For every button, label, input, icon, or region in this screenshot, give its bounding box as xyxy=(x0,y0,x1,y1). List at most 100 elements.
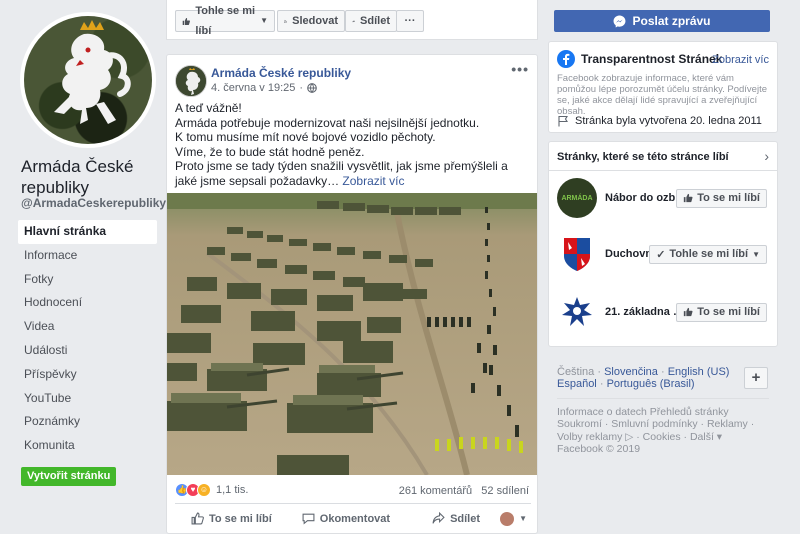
nav-item-reviews[interactable]: Hodnocení xyxy=(18,291,157,315)
liked-page-avatar[interactable] xyxy=(557,292,597,332)
nav-item-photos[interactable]: Fotky xyxy=(18,268,157,292)
see-more-link[interactable]: Zobrazit víc xyxy=(342,174,404,188)
post-like-button[interactable]: To se mi líbí xyxy=(191,512,272,525)
page-profile-picture[interactable] xyxy=(20,12,156,148)
footer-links: Informace o datech Přehledů stránky Souk… xyxy=(557,406,772,456)
liked-page-name[interactable]: 21. základna taktického letectva xyxy=(605,306,687,318)
page-title: Armáda České republiky xyxy=(21,157,134,197)
add-language-button[interactable]: + xyxy=(744,367,768,389)
comment-label: Okomentovat xyxy=(319,512,391,525)
lion-icon xyxy=(176,66,206,96)
language-link[interactable]: Español xyxy=(557,378,597,390)
post-like-label: To se mi líbí xyxy=(209,512,272,525)
post-action-bar: To se mi líbí Okomentovat Sdílet ▼ xyxy=(175,503,531,533)
copyright: Facebook © 2019 xyxy=(557,443,641,456)
divider xyxy=(549,170,777,171)
comments-count[interactable]: 261 komentářů xyxy=(399,485,472,497)
page-action-bar: Tohle se mi líbí ▼ Sledovat Sdílet ··· xyxy=(166,0,538,40)
facebook-logo-icon xyxy=(557,50,575,68)
haha-reaction-icon: ☺ xyxy=(197,483,211,497)
post-timestamp[interactable]: 4. června v 19:25 xyxy=(211,82,295,94)
chevron-down-icon: ▼ xyxy=(260,16,268,25)
globe-icon xyxy=(307,83,317,93)
tiger-emblem-icon xyxy=(562,297,592,326)
nav-item-posts[interactable]: Příspěvky xyxy=(18,363,157,387)
comment-icon xyxy=(302,513,315,525)
post-line: Víme, že to bude stát hodně peněz. xyxy=(175,144,365,159)
share-label: Sdílet xyxy=(360,15,390,27)
chevron-down-icon: ▼ xyxy=(752,249,760,259)
page-like-button[interactable]: Tohle se mi líbí ▼ xyxy=(175,5,275,37)
liked-page-button[interactable]: ✓ Tohle se mi líbí ▼ xyxy=(649,244,767,264)
thumbs-up-icon xyxy=(684,307,693,317)
nav-item-notes[interactable]: Poznámky xyxy=(18,410,157,434)
page-nav: Hlavní stránka Informace Fotky Hodnocení… xyxy=(18,220,157,458)
footer-link[interactable]: Informace o datech Přehledů stránky xyxy=(557,406,772,418)
send-message-button[interactable]: Poslat zprávu xyxy=(554,10,770,32)
thumbs-up-icon xyxy=(684,193,693,203)
flag-icon xyxy=(558,115,568,127)
divider xyxy=(557,398,769,399)
nav-item-info[interactable]: Informace xyxy=(18,244,157,268)
create-page-button[interactable]: Vytvořit stránku xyxy=(21,467,117,486)
liked-page-avatar[interactable] xyxy=(557,234,597,274)
like-page-button[interactable]: To se mi líbí xyxy=(676,188,767,208)
transparency-title: Transparentnost Stránek xyxy=(581,52,723,66)
lion-icon xyxy=(54,20,131,124)
post-share-label: Sdílet xyxy=(450,512,481,525)
language-link[interactable]: Slovenčina xyxy=(604,366,658,378)
share-arrow-icon xyxy=(432,512,445,524)
messenger-icon xyxy=(614,15,626,27)
liked-page-name[interactable]: Nábor do ozbrojených sil xyxy=(605,192,687,204)
like-page-label: To se mi líbí xyxy=(697,192,760,204)
armored-vehicles-photo xyxy=(167,193,537,475)
more-options-button[interactable]: ··· xyxy=(396,10,424,32)
footer-link[interactable]: Volby reklamy ▷ · Cookies · Další ▾ xyxy=(557,431,772,443)
nav-item-community[interactable]: Komunita xyxy=(18,434,157,458)
post-line: A teď vážně! xyxy=(175,101,242,115)
language-link[interactable]: Português (Brasil) xyxy=(607,378,695,390)
footer-link[interactable]: Soukromí · Smluvní podmínky · Reklamy · xyxy=(557,418,772,430)
post-line: Armáda potřebuje modernizovat naši nejsi… xyxy=(175,115,480,130)
like-page-label: To se mi líbí xyxy=(697,306,760,318)
post-line: K tomu musíme mít nové bojové vozidlo pě… xyxy=(175,130,436,145)
lion-emblem xyxy=(24,16,152,144)
nav-item-youtube[interactable]: YouTube xyxy=(18,387,157,411)
reaction-icons: 👍 ♥ ☺ xyxy=(175,483,211,497)
post-options-button[interactable]: ••• xyxy=(511,61,529,77)
post-photo-armored-vehicles[interactable] xyxy=(167,193,537,475)
liked-page-logo-text: ARMÁDA xyxy=(561,194,593,202)
nav-item-videos[interactable]: Videa xyxy=(18,315,157,339)
page-like-label: Tohle se mi líbí xyxy=(195,5,256,37)
chevron-down-icon: ▼ xyxy=(519,514,527,523)
reactions-count: 1,1 tis. xyxy=(216,484,249,496)
reactions-summary[interactable]: 👍 ♥ ☺ 1,1 tis. xyxy=(175,483,248,497)
liked-page-item: ARMÁDA Nábor do ozbrojených sil To se mi… xyxy=(557,178,771,218)
post-author-avatar[interactable] xyxy=(175,65,207,97)
liked-pages-title[interactable]: Stránky, které se této stránce líbí xyxy=(557,151,729,163)
liked-page-label: Tohle se mi líbí xyxy=(669,248,749,260)
like-page-button[interactable]: To se mi líbí xyxy=(676,302,767,322)
post-share-button[interactable]: Sdílet xyxy=(432,512,480,525)
post-as-selector[interactable]: ▼ xyxy=(500,511,527,526)
post-counts: 261 komentářů 52 sdílení xyxy=(399,485,529,497)
follow-button[interactable]: Sledovat xyxy=(277,10,345,32)
shares-count[interactable]: 52 sdílení xyxy=(481,485,529,497)
post-author-name[interactable]: Armáda České republiky xyxy=(211,66,351,80)
share-page-button[interactable]: Sdílet xyxy=(345,10,397,32)
nav-item-home[interactable]: Hlavní stránka xyxy=(18,220,157,244)
liked-page-avatar[interactable]: ARMÁDA xyxy=(557,178,597,218)
chevron-right-icon[interactable]: › xyxy=(764,148,769,164)
left-column: Armáda České republiky @ArmadaCeskerepub… xyxy=(0,0,166,534)
language-link[interactable]: English (US) xyxy=(668,366,730,378)
share-arrow-icon xyxy=(352,19,355,23)
liked-page-item: 21. základna taktického letectva To se m… xyxy=(557,292,771,332)
transparency-see-more-link[interactable]: Zobrazit víc xyxy=(712,54,769,66)
user-avatar-icon xyxy=(500,511,515,526)
follow-label: Sledovat xyxy=(292,15,338,27)
comment-button[interactable]: Okomentovat xyxy=(302,512,390,525)
post-body: A teď vážně! Armáda potřebuje modernizov… xyxy=(175,101,533,189)
page-handle[interactable]: @ArmadaCeskerepubliky xyxy=(21,196,166,210)
thumbs-up-icon xyxy=(191,512,204,525)
nav-item-events[interactable]: Události xyxy=(18,339,157,363)
